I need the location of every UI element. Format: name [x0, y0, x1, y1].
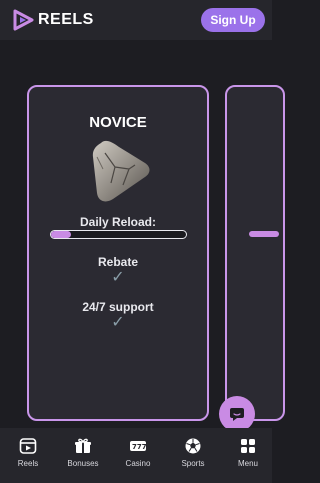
brand-name: REELS: [38, 11, 94, 28]
gift-icon: [75, 438, 91, 453]
nav-label-reels: Reels: [17, 459, 39, 468]
nav-label-sports: Sports: [181, 459, 205, 468]
bottom-nav: Reels Bonuses 777 Casino Sports Menu: [0, 428, 272, 483]
check-icon: ✓: [111, 314, 125, 331]
reels-logo-icon: [13, 9, 34, 31]
daily-reload-label: Daily Reload:: [79, 215, 157, 229]
nav-item-bonuses[interactable]: Bonuses: [56, 428, 110, 483]
stone-triangle-icon: [92, 140, 150, 202]
daily-reload-progress-fill: [51, 231, 72, 238]
nav-item-sports[interactable]: Sports: [166, 428, 220, 483]
nav-item-casino[interactable]: 777 Casino: [111, 428, 165, 483]
tier-card-novice: NOVICE Daily Reload: Rebate ✓ 24/7 suppo…: [27, 85, 209, 421]
tier-title: NOVICE: [89, 114, 147, 131]
daily-reload-progress: [50, 230, 187, 239]
svg-text:777: 777: [132, 443, 147, 451]
next-tier-progress-fill: [249, 231, 279, 237]
check-icon: ✓: [111, 269, 125, 286]
casino-icon: 777: [130, 441, 147, 451]
sign-up-button[interactable]: Sign Up: [201, 8, 265, 32]
nav-label-casino: Casino: [125, 459, 151, 468]
tier-card-next[interactable]: [225, 85, 285, 421]
nav-label-bonuses: Bonuses: [67, 459, 99, 468]
grid-menu-icon: [241, 439, 255, 453]
nav-label-menu: Menu: [237, 459, 258, 468]
chat-button[interactable]: [219, 396, 255, 432]
nav-item-menu[interactable]: Menu: [221, 428, 275, 483]
soccer-ball-icon: [185, 438, 201, 454]
chat-bubble-icon: [230, 408, 244, 421]
brand-logo[interactable]: REELS: [12, 9, 94, 31]
top-bar: REELS Sign Up: [0, 0, 272, 40]
nav-item-reels[interactable]: Reels: [1, 428, 55, 483]
reels-icon: [19, 438, 37, 454]
